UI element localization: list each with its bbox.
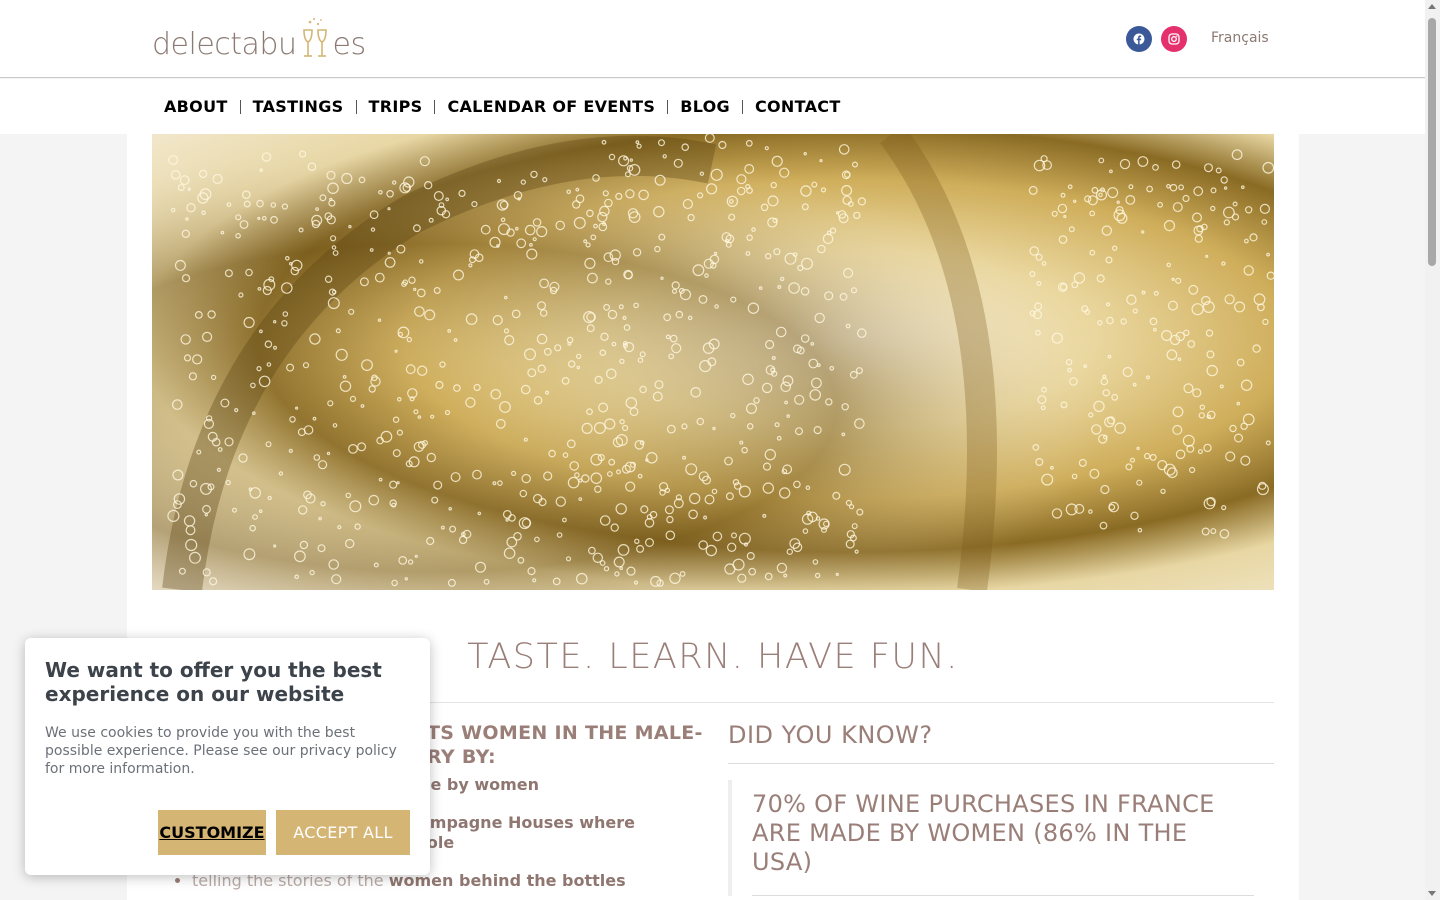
nav-menu: ABOUT TASTINGS TRIPS CALENDAR OF EVENTS … [152,97,853,116]
fact-text: 70% OF WINE PURCHASES IN FRANCE ARE MADE… [752,790,1215,876]
nav-item-blog[interactable]: BLOG [668,97,742,116]
cookie-consent-banner: We want to offer you the best experience… [25,638,430,875]
hero-image-champagne-bubbles [152,134,1274,590]
logo-text-end: es [332,27,367,62]
champagne-glasses-icon [302,18,327,57]
accept-all-button[interactable]: ACCEPT ALL [276,810,410,855]
nav-item-about[interactable]: ABOUT [152,97,240,116]
did-you-know-section: DID YOU KNOW? 70% OF WINE PURCHASES IN F… [728,721,1274,896]
nav-item-calendar[interactable]: CALENDAR OF EVENTS [435,97,667,116]
nav-item-contact[interactable]: CONTACT [743,97,853,116]
instagram-link[interactable] [1161,26,1187,52]
customize-button[interactable]: CUSTOMIZE [158,810,266,855]
page-scrollbar[interactable] [1425,0,1440,900]
fact-blockquote: 70% OF WINE PURCHASES IN FRANCE ARE MADE… [728,780,1274,896]
cookie-message: We use cookies to provide you with the b… [45,725,397,777]
language-switch-link[interactable]: Français [1211,30,1269,46]
scrollbar-thumb[interactable] [1428,18,1436,266]
scroll-up-arrow-icon[interactable] [1428,4,1436,9]
facebook-link[interactable] [1126,26,1152,52]
facebook-icon [1133,33,1145,45]
scroll-down-arrow-icon[interactable] [1428,891,1436,896]
cookie-title: We want to offer you the best experience… [45,658,382,706]
logo-text-start: delectabu [152,27,297,62]
did-you-know-heading: DID YOU KNOW? [728,721,1274,764]
bubbles-illustration [152,134,1274,590]
nav-item-tastings[interactable]: TASTINGS [241,97,356,116]
cookie-buttons: CUSTOMIZE ACCEPT ALL [158,810,410,855]
site-logo[interactable]: delectabu es [152,18,366,60]
fact-divider [752,895,1254,896]
list-item-text: ampagne Houses where role [419,813,635,852]
top-header: delectabu es Français [0,0,1425,78]
nav-item-trips[interactable]: TRIPS [357,97,435,116]
main-navigation: ABOUT TASTINGS TRIPS CALENDAR OF EVENTS … [0,79,1425,134]
instagram-icon [1168,33,1180,45]
